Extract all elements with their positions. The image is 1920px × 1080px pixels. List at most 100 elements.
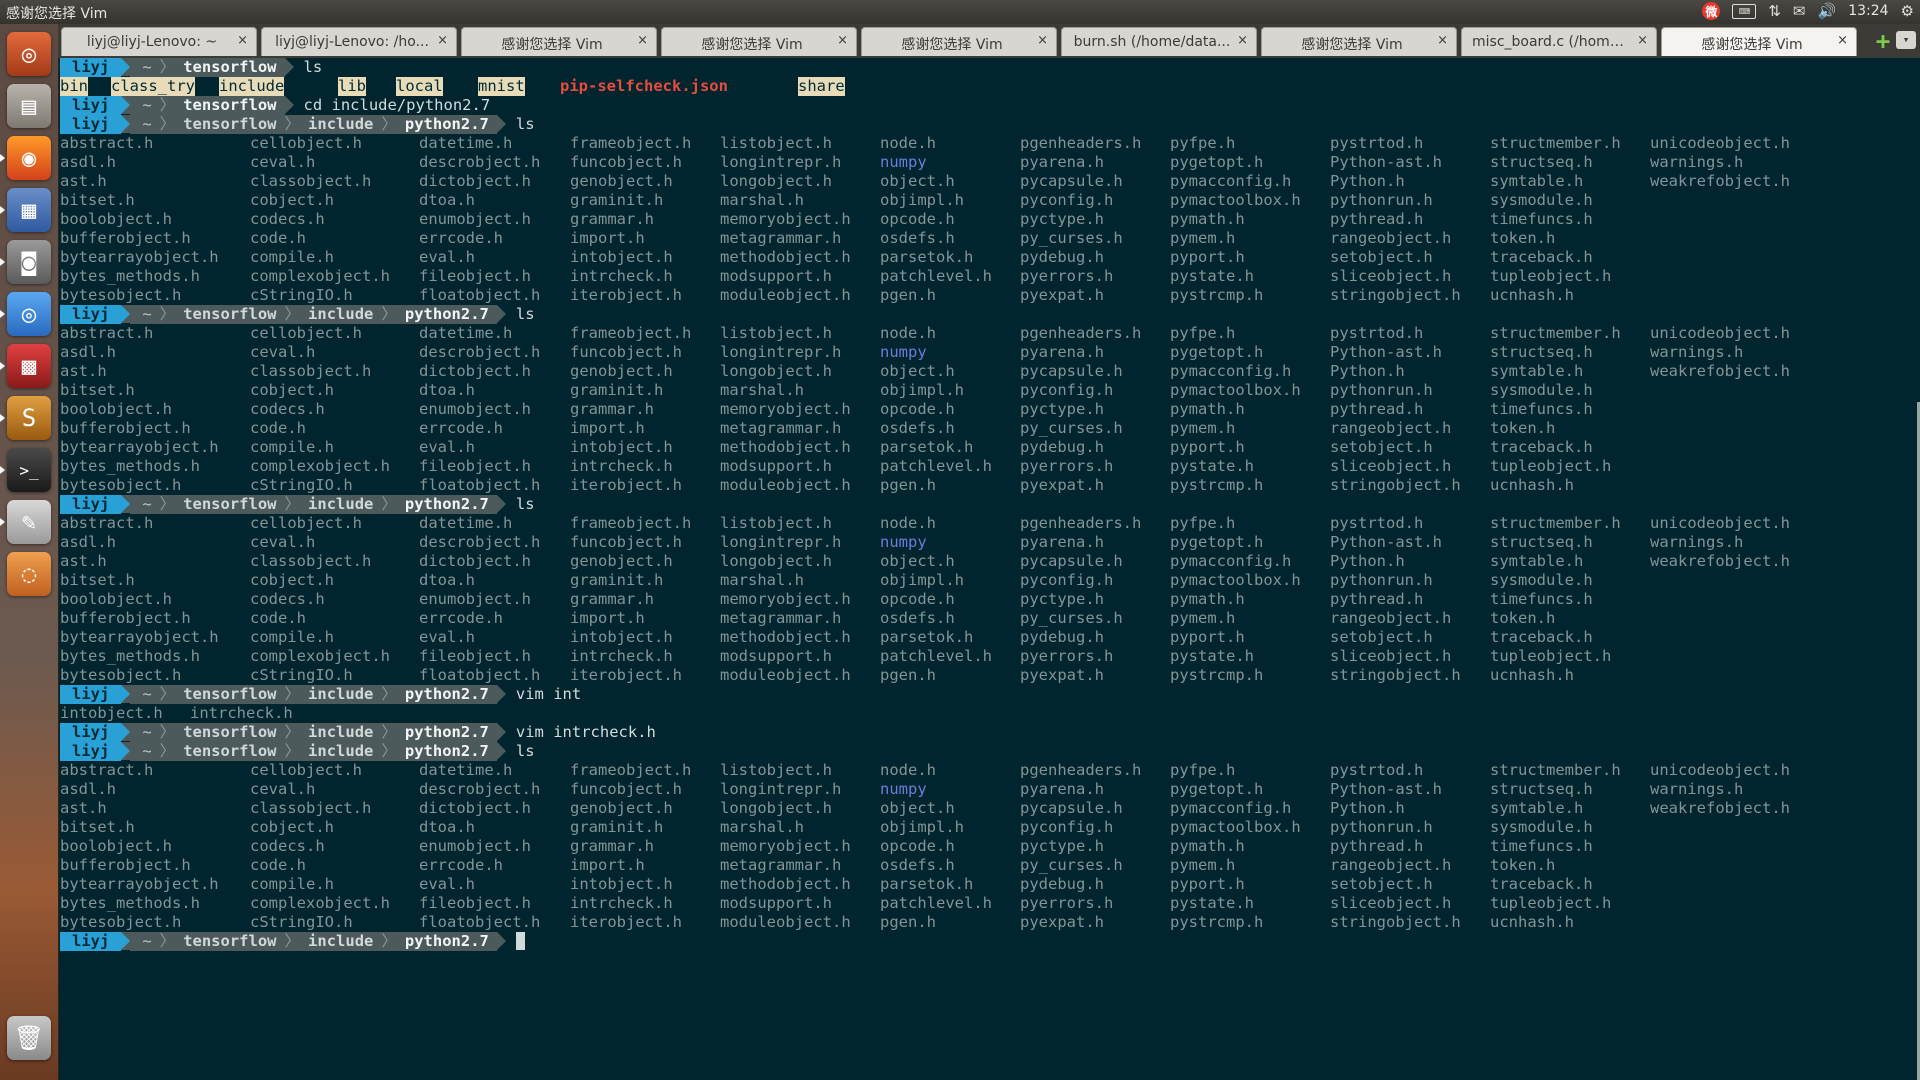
prompt-separator: 〉	[381, 742, 397, 761]
file-entry: warnings.h	[1650, 533, 1744, 551]
clock[interactable]: 13:24	[1848, 3, 1888, 19]
new-tab-button[interactable]: +	[1870, 28, 1896, 54]
file-entry: compile.h	[250, 628, 334, 646]
file-entry: boolobject.h	[60, 210, 172, 228]
file-entry: rangeobject.h	[1330, 229, 1452, 247]
keyboard-icon[interactable]: ⌨	[1732, 3, 1757, 19]
prompt-dir: python2.7	[396, 115, 497, 134]
gedit-icon[interactable]: ✎	[7, 500, 51, 544]
terminal-tab[interactable]: 感谢您选择 Vim ×	[661, 27, 857, 56]
files-icon[interactable]: ▤	[7, 84, 51, 128]
close-icon[interactable]: ×	[237, 33, 248, 48]
file-entry: rangeobject.h	[1330, 609, 1452, 627]
sublime-icon[interactable]: S	[7, 396, 51, 440]
impress-icon[interactable]: ▩	[7, 344, 51, 388]
volume-icon[interactable]: 🔊	[1818, 2, 1837, 20]
close-icon[interactable]: ×	[1437, 33, 1448, 48]
terminal-tab[interactable]: liyj@liyj-Lenovo: /ho... ×	[261, 27, 457, 56]
terminal-line: bitset.h cobject.h dtoa.h graminit.h marshal…	[60, 381, 1918, 400]
file-entry: dtoa.h	[419, 818, 475, 836]
file-entry: warnings.h	[1650, 343, 1744, 361]
network-icon[interactable]: ⇅	[1768, 2, 1781, 20]
terminal-tab[interactable]: 感谢您选择 Vim ×	[1661, 27, 1857, 56]
ubuntu-dash-icon[interactable]: ◎	[7, 32, 51, 76]
prompt-dir: python2.7	[396, 305, 497, 324]
prompt-separator: 〉	[284, 305, 301, 324]
file-entry: patchlevel.h	[880, 647, 992, 665]
file-entry: marshal.h	[720, 191, 804, 209]
file-entry: codecs.h	[250, 210, 325, 228]
terminal-tab[interactable]: burn.sh (/home/data... ×	[1061, 27, 1257, 56]
text-cursor[interactable]	[515, 932, 525, 950]
text-editor-icon[interactable]: ▦	[7, 188, 51, 232]
file-entry: osdefs.h	[880, 419, 955, 437]
terminal-line: liyj ~ 〉 tensorflow ls	[60, 58, 1918, 77]
file-entry: compile.h	[250, 248, 334, 266]
terminal-tab[interactable]: 感谢您选择 Vim ×	[861, 27, 1057, 56]
prompt-home: ~	[130, 495, 160, 514]
terminal-line: liyj ~ 〉 tensorflow 〉 include 〉 python2.7 ls	[60, 115, 1918, 134]
file-entry: genobject.h	[570, 362, 673, 380]
terminal-line: bytes_methods.h complexobject.h fileobject…	[60, 457, 1918, 476]
gear-icon[interactable]: ⚙	[1901, 2, 1914, 20]
weibo-icon[interactable]: 微	[1702, 2, 1721, 20]
terminal-tab[interactable]: 感谢您选择 Vim ×	[461, 27, 657, 56]
file-entry: cStringIO.h	[250, 286, 353, 304]
close-icon[interactable]: ×	[637, 33, 648, 48]
tab-menu-button[interactable]: ▾	[1896, 31, 1916, 49]
close-icon[interactable]: ×	[837, 33, 848, 48]
dir-entry: share	[798, 77, 845, 96]
file-entry: structmember.h	[1490, 134, 1621, 152]
file-entry: pygetopt.h	[1170, 533, 1264, 551]
terminal-output[interactable]: liyj ~ 〉 tensorflow ls bin class_try include lib…	[60, 58, 1918, 1080]
file-entry: eval.h	[419, 438, 475, 456]
terminal-tab[interactable]: misc_board.c (/home/... ×	[1461, 27, 1657, 56]
powerline-arrow	[284, 58, 294, 76]
powerline-arrow	[496, 742, 506, 760]
mail-icon[interactable]: ✉	[1793, 2, 1806, 20]
close-icon[interactable]: ×	[1637, 33, 1648, 48]
prompt-dir: include	[300, 742, 382, 761]
close-icon[interactable]: ×	[437, 33, 448, 48]
running-indicator	[0, 154, 5, 162]
ubuntu-one-icon[interactable]: ◌	[7, 552, 51, 596]
terminal-line: bytes_methods.h complexobject.h fileobject…	[60, 647, 1918, 666]
powerline-arrow	[121, 96, 131, 114]
prompt-dir: tensorflow	[175, 723, 285, 742]
file-entry: patchlevel.h	[880, 267, 992, 285]
file-entry: Python-ast.h	[1330, 533, 1442, 551]
file-entry: osdefs.h	[880, 856, 955, 874]
file-entry: Python.h	[1330, 362, 1405, 380]
file-entry: pyconfig.h	[1020, 571, 1114, 589]
firefox-icon[interactable]: ◉	[7, 136, 51, 180]
file-entry: dictobject.h	[419, 172, 531, 190]
file-entry: longobject.h	[720, 172, 832, 190]
file-entry: weakrefobject.h	[1650, 172, 1790, 190]
close-icon[interactable]: ×	[1837, 33, 1848, 48]
close-icon[interactable]: ×	[1037, 33, 1048, 48]
terminal-tab[interactable]: 感谢您选择 Vim ×	[1261, 27, 1457, 56]
trash-icon[interactable]: 🗑	[7, 1016, 51, 1060]
file-entry: moduleobject.h	[720, 666, 851, 684]
tab-label: liyj@liyj-Lenovo: ~	[86, 34, 218, 50]
terminal-icon[interactable]: >_	[7, 448, 51, 492]
terminal-tab[interactable]: liyj@liyj-Lenovo: ~ ×	[61, 27, 257, 56]
file-entry: intrcheck.h	[570, 267, 673, 285]
prompt-dir: tensorflow	[175, 58, 285, 77]
file-entry: eval.h	[419, 875, 475, 893]
close-icon[interactable]: ×	[1237, 33, 1248, 48]
file-entry: descrobject.h	[419, 343, 541, 361]
file-entry: py_curses.h	[1020, 609, 1123, 627]
running-indicator	[0, 258, 5, 266]
terminal-line: abstract.h cellobject.h datetime.h frameobj…	[60, 761, 1918, 780]
file-entry: intrcheck.h	[570, 647, 673, 665]
chromium-icon[interactable]: ◎	[7, 292, 51, 336]
file-entry: errcode.h	[419, 609, 503, 627]
command-text: ls	[515, 305, 535, 323]
file-entry: pyport.h	[1170, 248, 1245, 266]
file-entry: bytesobject.h	[60, 286, 182, 304]
prompt-separator: 〉	[284, 495, 301, 514]
file-entry: object.h	[880, 172, 955, 190]
camera-icon[interactable]: ◙	[7, 240, 51, 284]
command-text: ls	[515, 742, 535, 760]
